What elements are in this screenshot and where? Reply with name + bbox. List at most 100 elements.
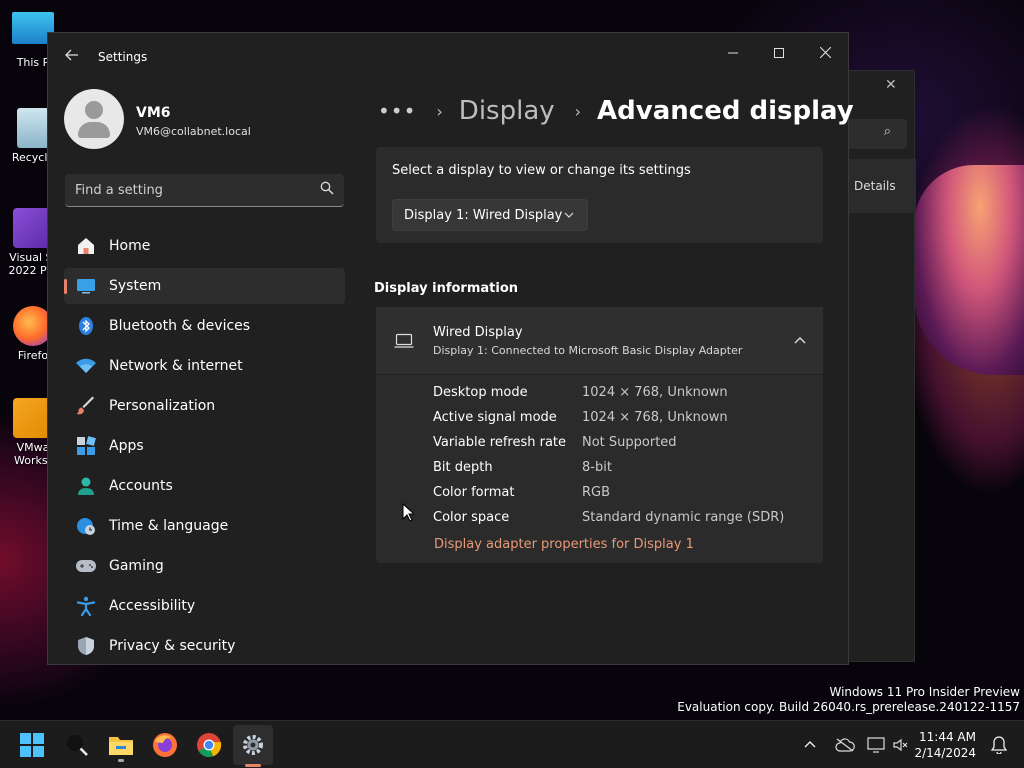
sidebar-item-accessibility[interactable]: Accessibility (64, 588, 345, 624)
taskbar: 11:44 AM 2/14/2024 (0, 720, 1024, 768)
find-setting-box[interactable] (65, 174, 344, 207)
taskbar-search-button[interactable] (62, 730, 92, 760)
gamepad-icon (75, 555, 97, 577)
sidebar-item-system[interactable]: System (64, 268, 345, 304)
search-icon[interactable] (320, 181, 334, 195)
settings-window: Settings VM6 VM6@collabnet.local Home (47, 32, 854, 668)
display-subtitle: Display 1: Connected to Microsoft Basic … (433, 344, 743, 357)
clock-time: 11:44 AM (919, 730, 976, 744)
bluetooth-icon (75, 315, 97, 337)
info-key: Color format (433, 485, 515, 500)
globe-clock-icon (75, 515, 97, 537)
sidebar-item-apps[interactable]: Apps (64, 428, 345, 464)
sidebar-item-bluetooth[interactable]: Bluetooth & devices (64, 308, 345, 344)
chrome-icon (197, 733, 222, 757)
close-button[interactable] (802, 39, 848, 69)
background-window[interactable]: ✕ ⌕ Details (840, 70, 916, 662)
mouse-cursor-icon (402, 503, 414, 522)
display-info-rows: Desktop mode 1024 × 768, Unknown Active … (433, 385, 784, 535)
taskbar-file-explorer[interactable] (106, 730, 136, 762)
apps-icon (75, 435, 97, 457)
running-indicator (118, 759, 124, 762)
info-value: 1024 × 768, Unknown (582, 410, 728, 425)
minimize-icon (728, 52, 738, 54)
network-monitor-icon[interactable] (867, 737, 885, 753)
cloud-icon[interactable] (835, 738, 855, 752)
watermark-line: Windows 11 Pro Insider Preview (829, 685, 1020, 699)
info-key: Active signal mode (433, 410, 557, 425)
sidebar-item-label: Privacy & security (109, 638, 236, 654)
sidebar-nav: Home System Bluetooth & devices Network … (64, 228, 345, 668)
close-icon (819, 46, 831, 59)
info-key: Bit depth (433, 460, 493, 475)
chevron-up-icon[interactable] (803, 738, 817, 752)
sidebar-item-gaming[interactable]: Gaming (64, 548, 345, 584)
avatar[interactable] (64, 89, 124, 149)
display-info-header[interactable]: Wired Display Display 1: Connected to Mi… (376, 307, 823, 375)
sidebar-item-home[interactable]: Home (64, 228, 345, 264)
laptop-icon (394, 333, 414, 348)
taskbar-clock[interactable]: 11:44 AM 2/14/2024 (914, 729, 976, 761)
accessibility-icon (75, 595, 97, 617)
minimize-button[interactable] (710, 39, 756, 69)
sidebar-item-network[interactable]: Network & internet (64, 348, 345, 384)
display-name: Wired Display (433, 325, 523, 340)
recycle-bin-icon (17, 108, 49, 148)
background-search-box[interactable]: ⌕ (847, 119, 907, 149)
page-title: Advanced display (597, 96, 854, 126)
close-icon[interactable]: ✕ (885, 77, 897, 93)
system-icon (75, 275, 97, 297)
evaluation-watermark: Windows 11 Pro Insider Preview Evaluatio… (677, 685, 1020, 715)
search-input[interactable] (75, 181, 305, 199)
info-key: Desktop mode (433, 385, 528, 400)
info-row: Active signal mode 1024 × 768, Unknown (433, 410, 784, 435)
display-adapter-properties-link[interactable]: Display adapter properties for Display 1 (434, 537, 694, 552)
breadcrumb: ••• › Display › Advanced display (378, 91, 854, 131)
avatar-head (85, 101, 103, 119)
sidebar-item-label: Network & internet (109, 358, 243, 374)
volume-muted-icon[interactable] (893, 737, 909, 753)
display-info-card: Wired Display Display 1: Connected to Mi… (376, 307, 823, 563)
title-bar[interactable]: Settings (48, 33, 848, 81)
chevron-up-icon[interactable] (793, 334, 807, 348)
chevron-right-icon: › (574, 101, 582, 121)
chevron-down-icon (564, 212, 574, 218)
sidebar-item-privacy-security[interactable]: Privacy & security (64, 628, 345, 664)
taskbar-firefox[interactable] (150, 730, 180, 760)
sidebar-item-personalization[interactable]: Personalization (64, 388, 345, 424)
info-value: Not Supported (582, 435, 677, 450)
start-button[interactable] (17, 730, 47, 760)
sidebar-item-label: Gaming (109, 558, 164, 574)
info-key: Color space (433, 510, 510, 525)
breadcrumb-more-button[interactable]: ••• (378, 99, 416, 123)
back-button[interactable] (62, 47, 82, 67)
search-icon (67, 735, 88, 756)
watermark-line: Evaluation copy. Build 26040.rs_prerelea… (677, 700, 1020, 714)
info-row: Color format RGB (433, 485, 784, 510)
breadcrumb-display-link[interactable]: Display (459, 96, 555, 126)
sidebar-item-label: Accessibility (109, 598, 196, 614)
sidebar-item-time-language[interactable]: Time & language (64, 508, 345, 544)
windows-logo-icon (20, 733, 44, 757)
details-button[interactable]: Details (854, 179, 896, 193)
sidebar-item-accounts[interactable]: Accounts (64, 468, 345, 504)
info-value: 1024 × 768, Unknown (582, 385, 728, 400)
info-key: Variable refresh rate (433, 435, 567, 450)
maximize-button[interactable] (756, 39, 802, 69)
display-select-dropdown[interactable]: Display 1: Wired Display (392, 199, 588, 231)
home-icon (75, 235, 97, 257)
taskbar-settings[interactable] (233, 725, 273, 767)
shield-icon (75, 635, 97, 657)
sidebar-item-label: Personalization (109, 398, 216, 414)
sidebar-item-label: Time & language (109, 518, 229, 534)
sidebar-item-label: Accounts (109, 478, 173, 494)
taskbar-chrome[interactable] (194, 730, 224, 760)
info-row: Color space Standard dynamic range (SDR) (433, 510, 784, 535)
info-row: Bit depth 8-bit (433, 460, 784, 485)
sidebar-item-label: Apps (109, 438, 144, 454)
info-row: Variable refresh rate Not Supported (433, 435, 784, 460)
brush-icon (75, 395, 97, 417)
notifications-button[interactable] (984, 730, 1014, 760)
info-value: RGB (582, 485, 611, 500)
accounts-icon (75, 475, 97, 497)
